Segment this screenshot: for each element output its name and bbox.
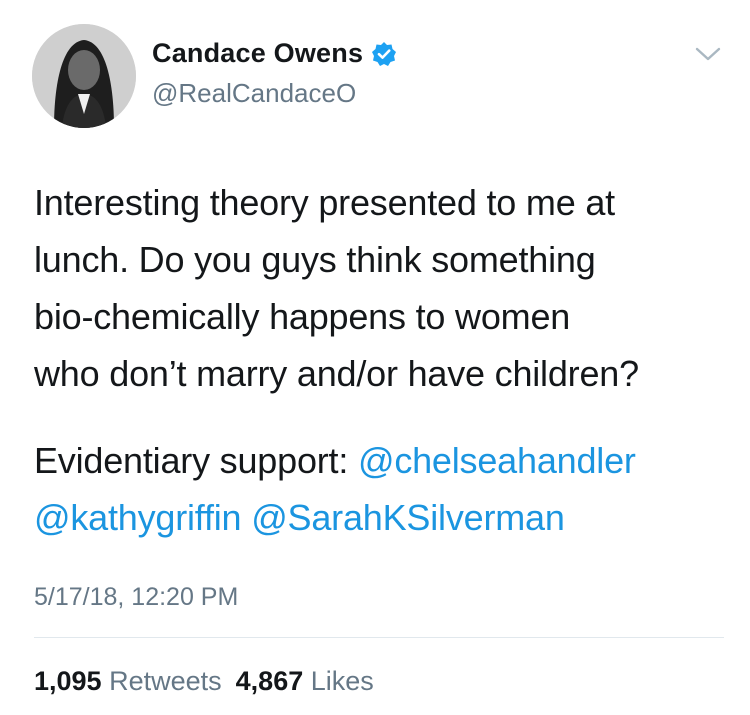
tweet-card: Candace Owens @RealCandaceO Interesting …: [0, 0, 750, 715]
likes-label: Likes: [310, 666, 374, 696]
tweet-text-line: Evidentiary support: @chelseahandler: [34, 432, 734, 489]
likes-count: 4,867: [235, 666, 304, 696]
mention-link-chelseahandler[interactable]: @chelseahandler: [358, 440, 636, 481]
author-display-name[interactable]: Candace Owens: [152, 38, 363, 69]
tweet-mentions-paragraph: Evidentiary support: @chelseahandler @ka…: [34, 432, 734, 546]
likes-stat[interactable]: 4,867 Likes: [236, 666, 374, 696]
tweet-text: Interesting theory presented to me at lu…: [34, 174, 734, 402]
author-name-row: Candace Owens: [152, 38, 397, 69]
divider: [34, 637, 724, 638]
evidentiary-prefix: Evidentiary support:: [34, 440, 358, 481]
verified-badge-icon: [371, 41, 397, 67]
tweet-text-line: Interesting theory presented to me at: [34, 182, 615, 223]
tweet-text-line: who don’t marry and/or have children?: [34, 353, 639, 394]
tweet-text-line: lunch. Do you guys think something: [34, 239, 596, 280]
retweets-label: Retweets: [109, 666, 222, 696]
retweets-stat[interactable]: 1,095 Retweets: [34, 666, 222, 696]
avatar[interactable]: [32, 24, 136, 128]
retweets-count: 1,095: [34, 666, 102, 696]
mention-link-kathygriffin[interactable]: @kathygriffin: [34, 497, 242, 538]
chevron-down-icon[interactable]: [694, 44, 722, 64]
tweet-stats: 1,095 Retweets 4,867 Likes: [34, 666, 374, 697]
tweet-text-line: @kathygriffin @SarahKSilverman: [34, 489, 734, 546]
author-handle[interactable]: @RealCandaceO: [152, 78, 356, 109]
mention-link-sarahksilverman[interactable]: @SarahKSilverman: [251, 497, 565, 538]
tweet-timestamp[interactable]: 5/17/18, 12:20 PM: [34, 583, 238, 612]
tweet-text-line: bio-chemically happens to women: [34, 296, 571, 337]
